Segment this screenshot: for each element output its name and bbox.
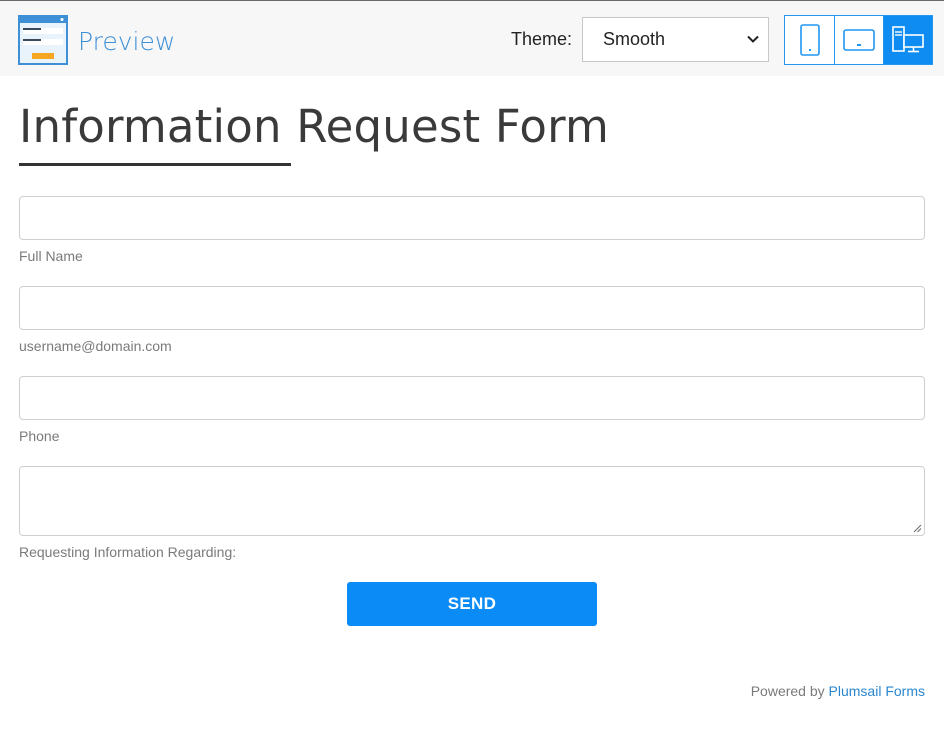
plumsail-forms-link[interactable]: Plumsail Forms bbox=[829, 683, 925, 699]
desktop-view-button[interactable] bbox=[883, 16, 932, 64]
resize-handle-icon[interactable] bbox=[912, 523, 922, 533]
phone-icon bbox=[799, 24, 820, 56]
device-mode-toggle bbox=[784, 15, 933, 65]
desktop-icon bbox=[892, 26, 924, 53]
chevron-down-icon bbox=[747, 35, 759, 43]
phone-view-button[interactable] bbox=[785, 16, 834, 64]
theme-select[interactable]: Smooth bbox=[582, 17, 769, 62]
theme-label: Theme: bbox=[511, 29, 573, 49]
tablet-icon bbox=[843, 29, 875, 51]
full-name-input[interactable] bbox=[19, 196, 925, 240]
powered-by-text: Powered by bbox=[750, 683, 825, 699]
theme-select-value: Smooth bbox=[603, 29, 666, 49]
preview-toolbar: Preview Theme: Smooth bbox=[0, 0, 944, 76]
request-details-label: Requesting Information Regarding: bbox=[19, 544, 237, 560]
tablet-view-button[interactable] bbox=[834, 16, 883, 64]
email-label: username@domain.com bbox=[19, 338, 172, 354]
preview-title: Preview bbox=[78, 27, 176, 56]
request-details-textarea[interactable] bbox=[19, 466, 925, 536]
phone-input[interactable] bbox=[19, 376, 925, 420]
form-preview-icon bbox=[18, 15, 68, 65]
send-button[interactable]: SEND bbox=[347, 582, 597, 626]
powered-by-footer: Powered by Plumsail Forms bbox=[751, 683, 925, 699]
full-name-label: Full Name bbox=[19, 248, 83, 264]
form-title: Information Request Form bbox=[19, 100, 610, 153]
title-underline bbox=[19, 163, 291, 166]
email-input[interactable] bbox=[19, 286, 925, 330]
phone-label: Phone bbox=[19, 428, 60, 444]
